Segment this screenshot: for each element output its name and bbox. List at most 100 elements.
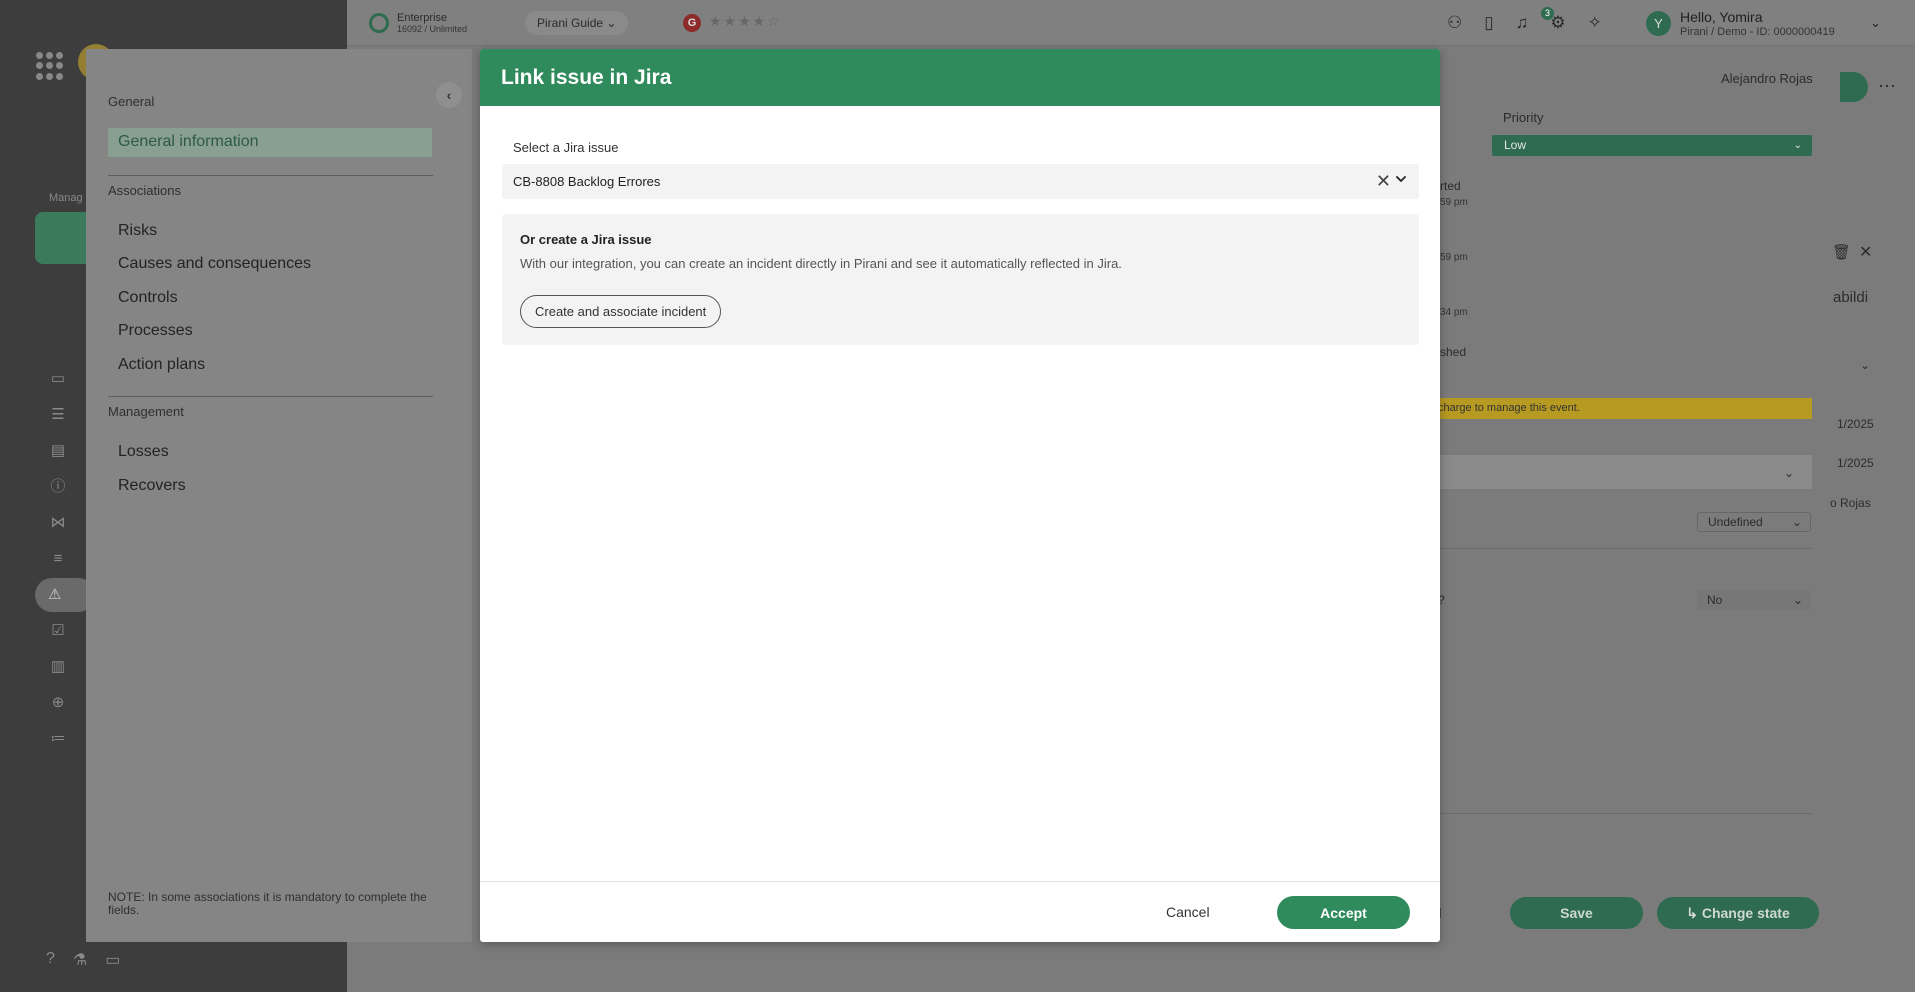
person-fragment: o Rojas — [1830, 496, 1871, 510]
sliders-icon[interactable]: ≡ — [48, 549, 68, 569]
date-1: 1/2025 — [1837, 417, 1874, 431]
monitor-icon[interactable]: ▭ — [48, 369, 68, 389]
book-icon[interactable]: ▯ — [1484, 13, 1493, 33]
modal-footer: Cancel Accept — [480, 881, 1440, 942]
mandatory-note: NOTE: In some associations it is mandato… — [108, 890, 427, 917]
divider — [108, 396, 433, 397]
alert-circle-icon[interactable]: ⓘ — [48, 477, 68, 497]
warning-banner: charge to manage this event. — [1430, 398, 1812, 419]
apps-grid-icon[interactable] — [36, 52, 64, 80]
rail-bottom-icons: ? ⚗ ▭ — [46, 950, 120, 970]
status-time-3: 34 pm — [1440, 307, 1468, 318]
sidebar-item-causes[interactable]: Causes and consequences — [118, 255, 311, 273]
top-icons: ⚇ ▯ ♫ ⚙ ✧ — [1447, 13, 1602, 33]
tasks-icon[interactable]: ≔ — [48, 729, 68, 749]
divider — [1430, 548, 1812, 549]
cancel-button[interactable]: Cancel — [1166, 900, 1210, 924]
bowtie-icon[interactable]: ⋈ — [48, 513, 68, 533]
chevron-down-icon: ⌄ — [1793, 140, 1802, 151]
divider — [1430, 813, 1812, 814]
change-state-icon: ↳ — [1686, 905, 1702, 921]
priority-select[interactable]: Low ⌄ — [1492, 135, 1812, 156]
create-jira-section: Or create a Jira issue With our integrat… — [502, 214, 1419, 345]
chevron-down-icon[interactable]: ⌄ — [1870, 15, 1881, 31]
sidebar-item-risks[interactable]: Risks — [118, 222, 157, 240]
accept-button[interactable]: Accept — [1277, 896, 1410, 929]
sidebar-item-recovers[interactable]: Recovers — [118, 477, 186, 495]
close-icon[interactable]: ✕ — [1859, 242, 1872, 262]
sidebar-item-losses[interactable]: Losses — [118, 443, 169, 461]
partial-title: abildi — [1833, 289, 1869, 306]
status-time-2: 59 pm — [1440, 252, 1468, 263]
plan-usage: 16092 / Unlimited — [397, 24, 468, 34]
user-subtitle: Pirani / Demo - ID: 0000000419 — [1680, 26, 1835, 38]
modal-header: Link issue in Jira — [480, 49, 1440, 106]
no-value: No — [1707, 593, 1723, 607]
divider — [108, 175, 433, 176]
clear-icon[interactable]: ✕ — [1376, 171, 1391, 191]
status-started: rted — [1440, 179, 1461, 193]
create-associate-incident-button[interactable]: Create and associate incident — [520, 295, 722, 328]
plan-progress-icon — [369, 13, 389, 33]
change-state-label: Change state — [1701, 905, 1790, 921]
guide-dropdown[interactable]: Pirani Guide ⌄ — [525, 11, 629, 35]
section-label-general: General — [108, 94, 155, 109]
sidebar-item-processes[interactable]: Processes — [118, 322, 193, 340]
sidebar-item-label: General information — [118, 133, 259, 150]
no-select[interactable]: No ⌄ — [1697, 590, 1811, 610]
avatar[interactable]: Y — [1646, 11, 1671, 36]
rating-stars[interactable]: ★★★★☆ — [709, 13, 782, 30]
undefined-value: Undefined — [1708, 515, 1763, 529]
chevron-down-icon[interactable]: ⌄ — [1784, 466, 1794, 480]
sidebar-item-action-plans[interactable]: Action plans — [118, 356, 205, 374]
create-jira-title: Or create a Jira issue — [520, 232, 652, 247]
modal-title: Link issue in Jira — [501, 65, 672, 89]
target-icon[interactable]: ⊕ — [48, 693, 68, 713]
save-button[interactable]: Save — [1510, 897, 1643, 929]
list-icon[interactable]: ☰ — [48, 405, 68, 425]
undefined-select[interactable]: Undefined ⌄ — [1697, 512, 1811, 532]
section-label-associations: Associations — [108, 183, 181, 198]
background-select[interactable] — [1430, 455, 1812, 489]
selected-issue: CB-8808 Backlog Errores — [513, 174, 661, 189]
priority-label: Priority — [1503, 110, 1544, 125]
flask-icon[interactable]: ⚗ — [73, 950, 87, 970]
collapse-panel-button[interactable]: ‹ — [436, 82, 462, 108]
chevron-down-icon: ⌄ — [606, 16, 617, 30]
checklist-icon[interactable]: ☑ — [48, 621, 68, 641]
guide-label: Pirani Guide — [537, 16, 604, 30]
bell-icon[interactable]: ♫ — [1516, 13, 1529, 33]
greeting: Hello, Yomira — [1680, 9, 1763, 25]
chevron-down-icon[interactable] — [1395, 173, 1407, 188]
sparkle-icon[interactable]: ✧ — [1588, 13, 1602, 33]
assignee-name: Alejandro Rojas — [1721, 71, 1813, 86]
g2-logo-icon[interactable]: G — [683, 14, 701, 32]
chevron-down-icon: ⌄ — [1792, 593, 1803, 607]
warning-text: charge to manage this event. — [1438, 402, 1580, 414]
chevron-down-icon: ⌄ — [1791, 515, 1802, 529]
change-state-button[interactable]: ↳ Change state — [1657, 897, 1819, 929]
plan-name: Enterprise — [397, 12, 448, 24]
help-icon[interactable]: ? — [46, 950, 55, 970]
status-time-1: 59 pm — [1440, 197, 1468, 208]
card-icon[interactable]: ▭ — [105, 950, 120, 970]
link-jira-modal: Link issue in Jira Select a Jira issue C… — [480, 49, 1440, 942]
section-label-management: Management — [108, 404, 184, 419]
document-icon[interactable]: ▤ — [48, 441, 68, 461]
date-2: 1/2025 — [1837, 456, 1874, 470]
user-info[interactable]: Hello, Yomira Pirani / Demo - ID: 000000… — [1680, 9, 1835, 38]
chart-icon[interactable]: ▥ — [48, 657, 68, 677]
chevron-down-icon[interactable]: ⌄ — [1860, 358, 1870, 372]
create-jira-description: With our integration, you can create an … — [520, 256, 1122, 271]
status-finished: shed — [1440, 345, 1467, 359]
priority-value: Low — [1504, 138, 1527, 152]
jira-issue-select[interactable]: CB-8808 Backlog Errores ✕ — [502, 164, 1419, 199]
plan-badge: Enterprise 16092 / Unlimited — [369, 12, 467, 34]
sidebar-item-controls[interactable]: Controls — [118, 289, 178, 307]
trash-icon[interactable]: 🗑 — [1832, 243, 1851, 261]
notifications-badge: 3 — [1541, 7, 1554, 20]
rail-section-label: Manag — [49, 192, 83, 204]
select-jira-label: Select a Jira issue — [513, 140, 619, 155]
add-user-icon[interactable]: ⚇ — [1447, 13, 1462, 33]
more-options-icon[interactable]: ⋯ — [1878, 76, 1897, 97]
